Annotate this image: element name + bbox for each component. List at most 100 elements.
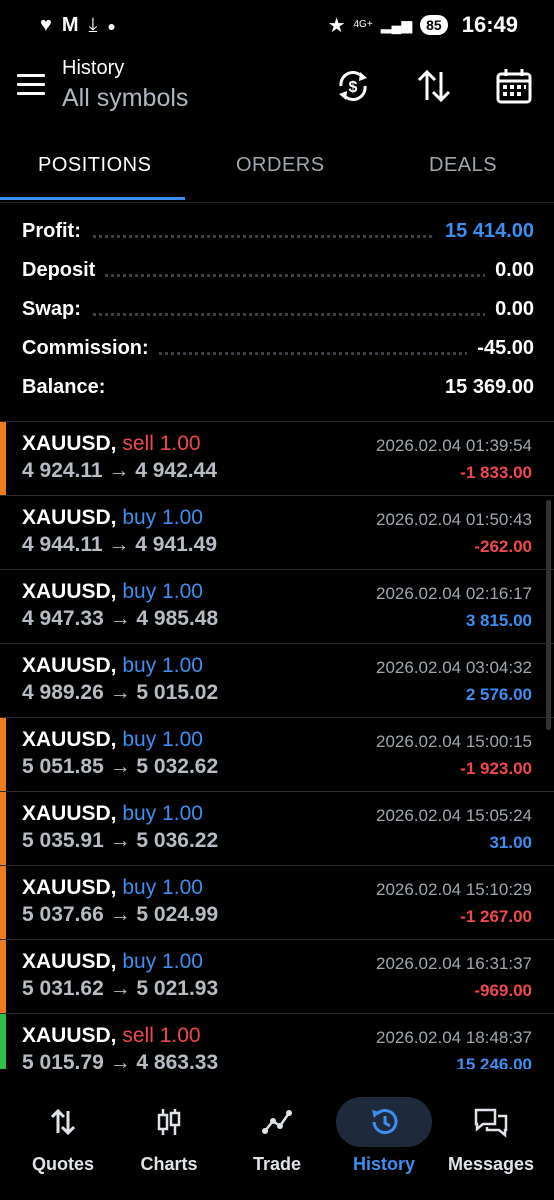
trade-time: 2026.02.04 15:10:29 (376, 880, 532, 899)
nav-history[interactable]: History (329, 1090, 439, 1175)
summary-row-commission: Commission: -45.00 (22, 337, 534, 376)
nav-label: Messages (447, 1154, 535, 1174)
list-item[interactable]: XAUUSD, buy 1.00 4 989.26 → 5 015.02 202… (0, 644, 554, 718)
status-bar-marker (0, 422, 6, 495)
symbol: XAUUSD, (22, 1024, 117, 1047)
symbol: XAUUSD, (22, 950, 117, 973)
profit-label: Profit: (22, 220, 91, 243)
trade-icon (262, 1110, 292, 1134)
price-range: 5 037.66 → 5 024.99 (22, 903, 219, 926)
symbol: XAUUSD, (22, 580, 117, 603)
status-bar-marker (0, 1014, 6, 1069)
price-range: 5 015.79 → 4 863.33 (22, 1051, 219, 1069)
sort-icon[interactable] (414, 66, 454, 106)
trade-time: 2026.02.04 01:50:43 (376, 510, 532, 529)
notification-icons: ♥ M ⤓ ● (40, 14, 116, 37)
price-range: 5 051.85 → 5 032.62 (22, 755, 219, 778)
price-range: 4 924.11 → 4 942.44 (22, 459, 217, 482)
trade-time: 2026.02.04 18:48:37 (376, 1028, 532, 1047)
history-icon (372, 1109, 398, 1135)
trade-side: buy 1.00 (122, 876, 203, 899)
trade-profit: -262.00 (474, 537, 532, 556)
symbol: XAUUSD, (22, 506, 117, 529)
price-range: 5 031.62 → 5 021.93 (22, 977, 219, 1000)
trade-time: 2026.02.04 15:00:15 (376, 732, 532, 751)
swap-value: 0.00 (485, 298, 534, 321)
symbol: XAUUSD, (22, 654, 117, 677)
summary-row-swap: Swap: 0.00 (22, 298, 534, 337)
list-item[interactable]: XAUUSD, buy 1.00 4 944.11 → 4 941.49 202… (0, 496, 554, 570)
deposit-value: 0.00 (485, 259, 534, 282)
dot-icon: ● (107, 17, 116, 34)
trade-profit: -1 833.00 (460, 463, 532, 482)
trade-side: buy 1.00 (122, 728, 203, 751)
tab-positions[interactable]: POSITIONS (38, 154, 151, 177)
list-item[interactable]: XAUUSD, buy 1.00 4 947.33 → 4 985.48 202… (0, 570, 554, 644)
balance-label: Balance: (22, 376, 116, 399)
trade-profit: 3 815.00 (465, 611, 532, 630)
trade-profit: -1 267.00 (460, 907, 532, 926)
summary-row-profit: Profit: 15 414.00 (22, 220, 534, 259)
trade-time: 2026.02.04 02:16:17 (376, 584, 532, 603)
status-bar-marker (0, 570, 6, 643)
deposit-label: Deposit (22, 259, 106, 282)
network-indicator: 4G+ (353, 19, 373, 30)
active-tab-indicator (0, 197, 185, 200)
nav-charts[interactable]: Charts (114, 1090, 224, 1175)
menu-icon[interactable] (17, 74, 45, 95)
heart-icon: ♥ (40, 14, 52, 36)
currency-refresh-icon[interactable]: $ (333, 66, 373, 106)
trade-side: sell 1.00 (122, 432, 201, 455)
quotes-icon (50, 1108, 76, 1136)
trade-time: 2026.02.04 16:31:37 (376, 954, 532, 973)
battery-indicator: 85 (420, 15, 448, 35)
trade-side: buy 1.00 (122, 654, 203, 677)
commission-label: Commission: (22, 337, 159, 360)
signal-icon: ▂▄▆ (380, 16, 413, 33)
clock: 16:49 (461, 12, 518, 37)
messages-icon (474, 1108, 508, 1138)
symbol: XAUUSD, (22, 432, 117, 455)
swap-label: Swap: (22, 298, 91, 321)
list-item[interactable]: XAUUSD, sell 1.00 4 924.11 → 4 942.44 20… (0, 422, 554, 496)
status-bar-marker (0, 496, 6, 569)
page-title: History (62, 57, 125, 79)
bottom-nav: Quotes Charts Trade History Messages (0, 1090, 554, 1200)
charts-icon (157, 1109, 181, 1135)
history-tabs: POSITIONS ORDERS DEALS (0, 140, 554, 203)
trade-side: buy 1.00 (122, 580, 203, 603)
nav-trade[interactable]: Trade (222, 1090, 332, 1175)
symbol-filter[interactable]: All symbols (62, 84, 188, 113)
list-item[interactable]: XAUUSD, sell 1.00 5 015.79 → 4 863.33 20… (0, 1014, 554, 1069)
trade-profit: 15 246.00 (456, 1055, 532, 1069)
symbol: XAUUSD, (22, 876, 117, 899)
symbol: XAUUSD, (22, 802, 117, 825)
summary-panel: Profit: 15 414.00 Deposit 0.00 Swap: 0.0… (22, 220, 534, 415)
trade-profit: -1 923.00 (460, 759, 532, 778)
list-item[interactable]: XAUUSD, buy 1.00 5 035.91 → 5 036.22 202… (0, 792, 554, 866)
trade-profit: 31.00 (489, 833, 532, 852)
trade-profit: 2 576.00 (465, 685, 532, 704)
trade-profit: -969.00 (474, 981, 532, 1000)
tab-deals[interactable]: DEALS (429, 154, 497, 177)
list-item[interactable]: XAUUSD, buy 1.00 5 037.66 → 5 024.99 202… (0, 866, 554, 940)
download-icon: ⤓ (88, 14, 98, 36)
list-item[interactable]: XAUUSD, buy 1.00 5 031.62 → 5 021.93 202… (0, 940, 554, 1014)
summary-row-deposit: Deposit 0.00 (22, 259, 534, 298)
trade-time: 2026.02.04 03:04:32 (376, 658, 532, 677)
nav-label: Quotes (31, 1154, 94, 1174)
trade-side: buy 1.00 (122, 506, 203, 529)
symbol: XAUUSD, (22, 728, 117, 751)
balance-value: 15 369.00 (435, 376, 534, 399)
trade-time: 2026.02.04 01:39:54 (376, 436, 532, 455)
status-bar-marker (0, 866, 6, 939)
nav-messages[interactable]: Messages (436, 1090, 546, 1175)
list-item[interactable]: XAUUSD, buy 1.00 5 051.85 → 5 032.62 202… (0, 718, 554, 792)
status-bar-marker (0, 644, 6, 717)
scrollbar[interactable] (546, 500, 551, 730)
calendar-icon[interactable] (494, 66, 534, 106)
tab-orders[interactable]: ORDERS (236, 154, 325, 177)
trade-time: 2026.02.04 15:05:24 (376, 806, 532, 825)
nav-quotes[interactable]: Quotes (8, 1090, 118, 1175)
mail-icon: M (61, 14, 79, 36)
